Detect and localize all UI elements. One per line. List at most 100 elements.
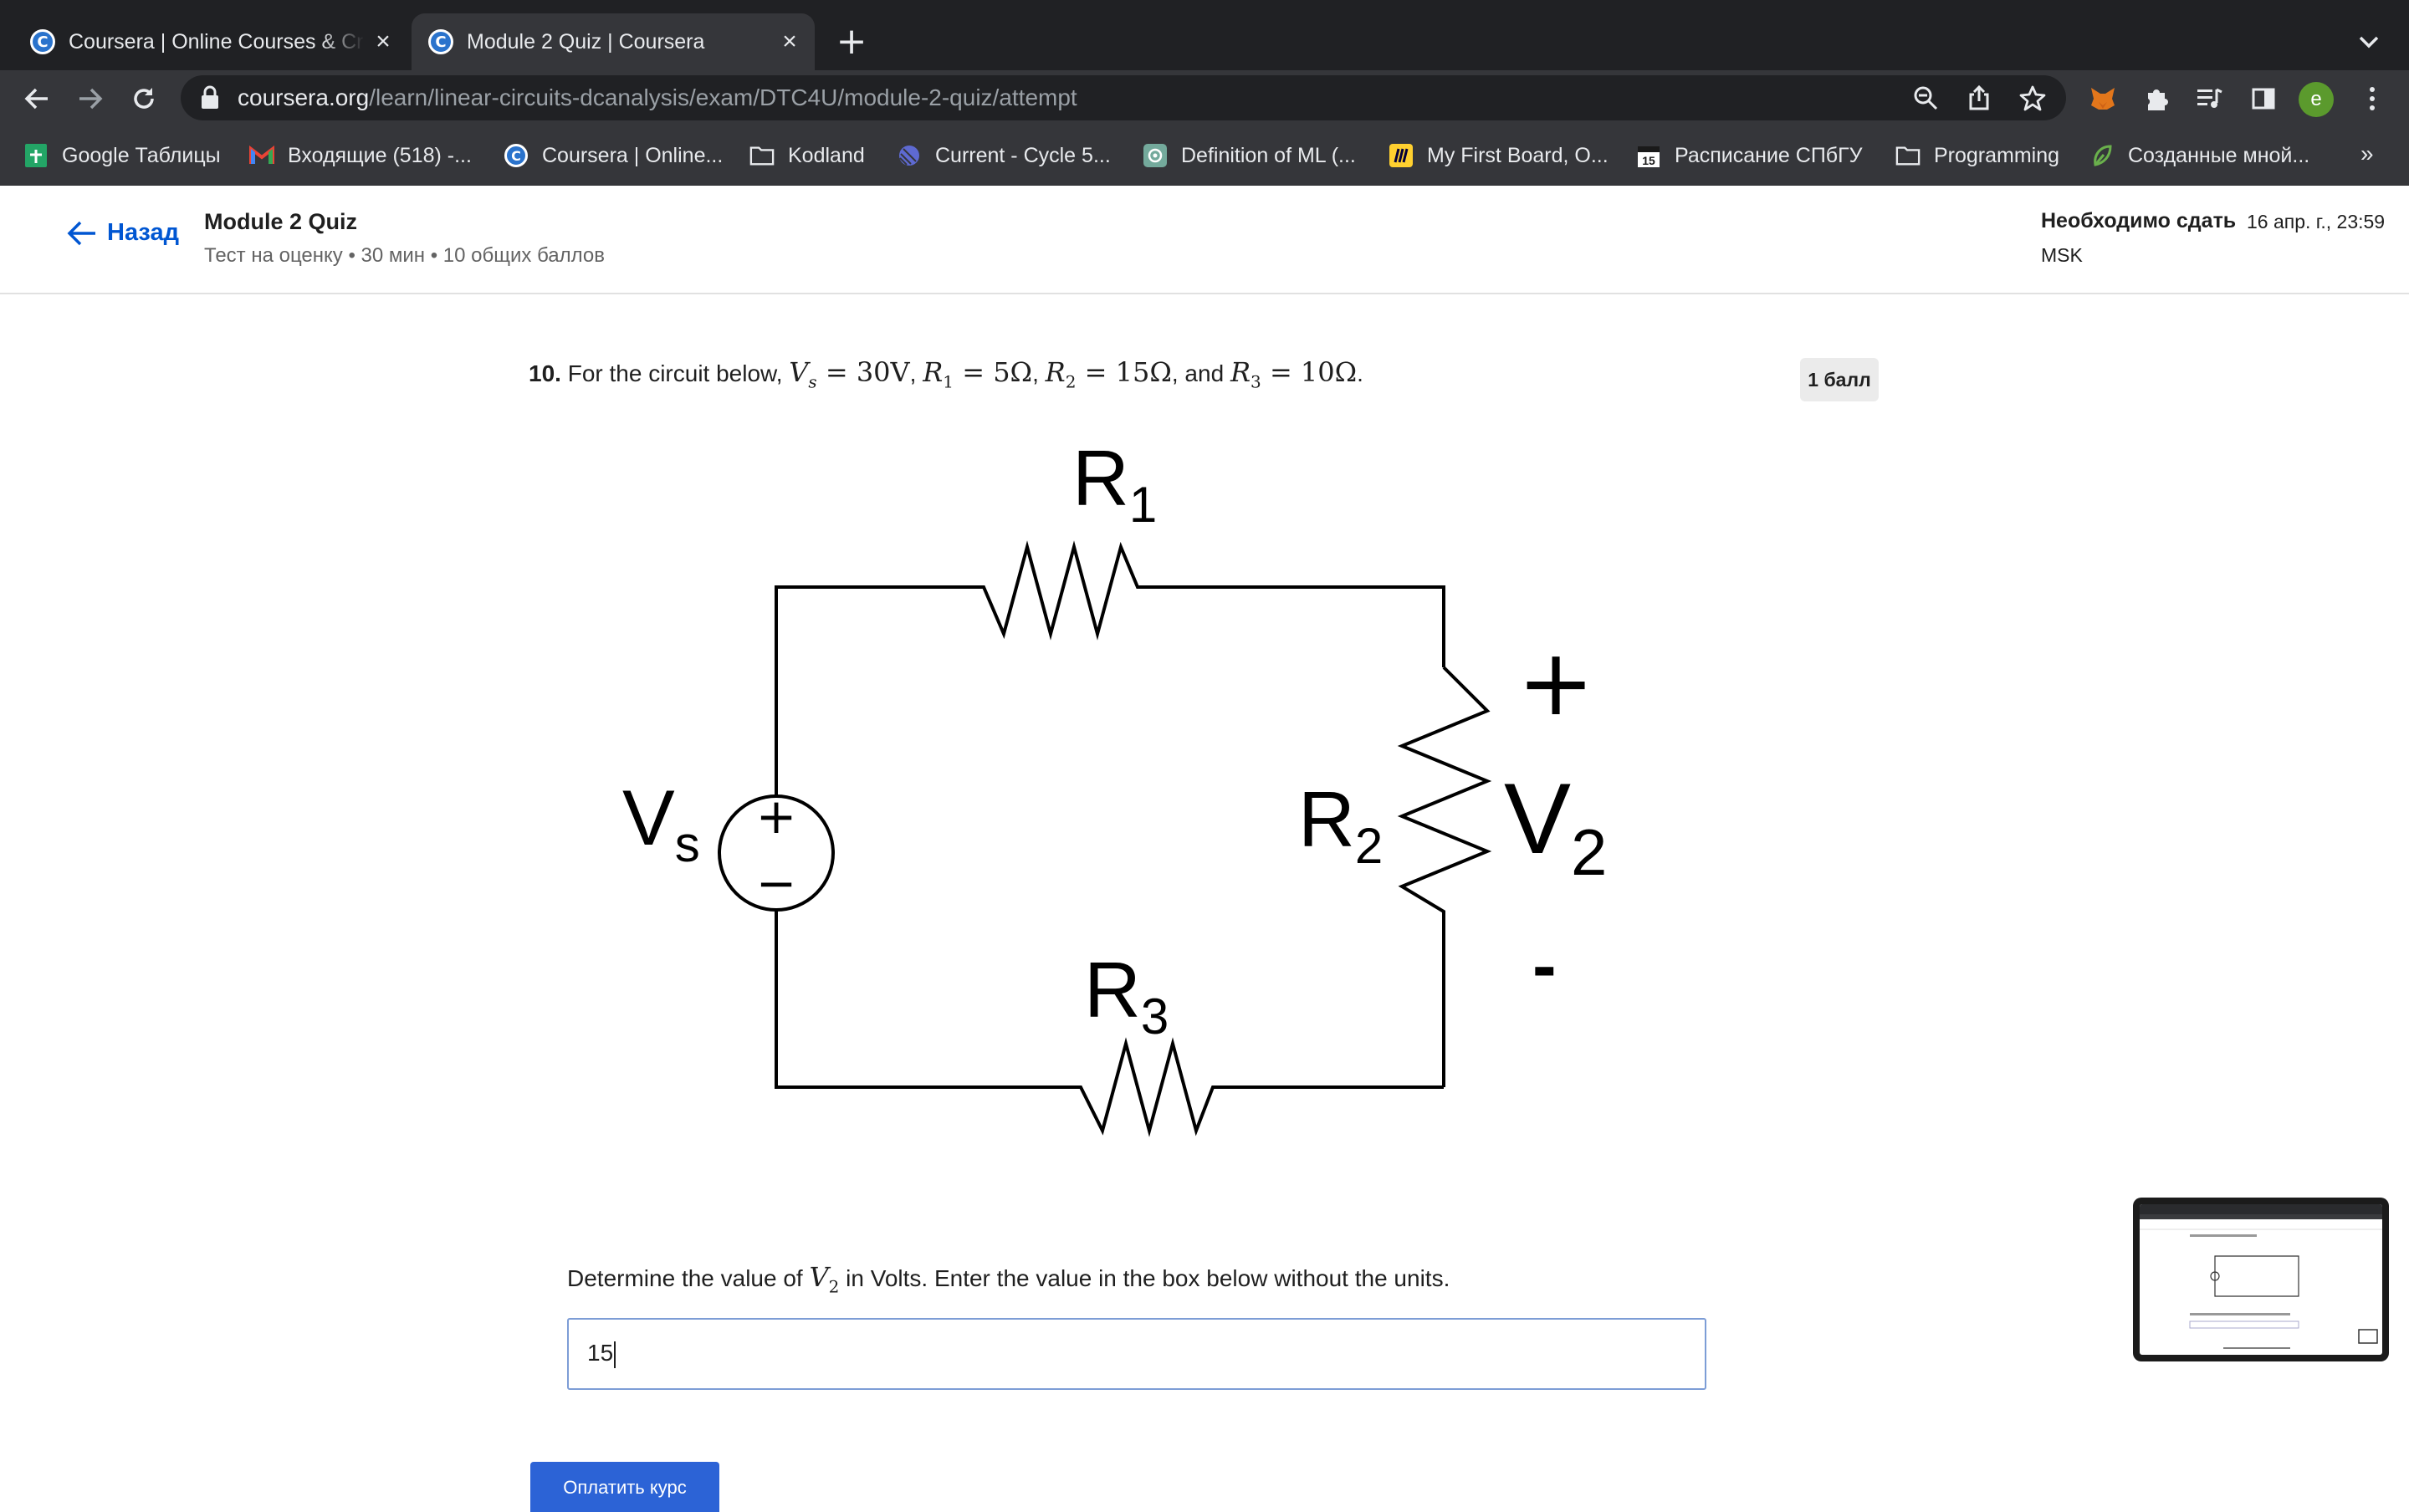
zoom-icon[interactable] — [1907, 81, 1944, 115]
label-r1: R1 — [1072, 435, 1157, 533]
folder-icon — [749, 143, 775, 168]
prompt-after: in Volts. Enter the value in the box bel… — [846, 1265, 1450, 1291]
bookmark-label: Входящие (518) -... — [288, 143, 472, 167]
bookmark-label: Coursera | Online... — [542, 143, 724, 167]
bookmark-miro[interactable]: My First Board, O... — [1389, 140, 1609, 171]
quiz-title: Module 2 Quiz — [204, 209, 358, 234]
screen-preview-thumbnail[interactable] — [2133, 1198, 2389, 1361]
back-label: Назад — [107, 219, 179, 246]
address-bar[interactable]: coursera.org/learn/linear-circuits-dcana… — [181, 75, 2066, 120]
linear-icon — [897, 143, 922, 168]
label-vs: Vs — [622, 774, 700, 872]
points-badge: 1 балл — [1800, 358, 1879, 401]
gmail-icon — [249, 143, 274, 168]
given-r3: R3 = 10Ω — [1230, 356, 1358, 392]
question-statement: 10. For the circuit below, Vs = 30V, R1 … — [529, 356, 1363, 392]
browser-toolbar: coursera.org/learn/linear-circuits-dcana… — [0, 70, 2409, 125]
bookmark-label: Google Таблицы — [62, 143, 221, 167]
url-host: coursera.org — [238, 84, 370, 110]
pay-course-button[interactable]: Оплатить курс — [530, 1462, 719, 1512]
question-prompt: Determine the value of V2 in Volts. Ente… — [567, 1261, 1450, 1296]
share-icon[interactable] — [1961, 81, 1997, 115]
label-r3: R3 — [1084, 946, 1169, 1045]
given-r2: R2 = 15Ω — [1045, 356, 1172, 392]
due-label: Необходимо сдать — [2041, 209, 2237, 232]
side-panel-icon[interactable] — [2243, 79, 2284, 119]
tab-title: Coursera | Online Courses & Cr — [69, 29, 364, 54]
miro-icon — [1389, 143, 1414, 168]
leaf-icon — [2089, 143, 2115, 168]
more-menu-icon[interactable] — [2352, 79, 2392, 119]
bookmarks-overflow-chevron-icon[interactable]: » — [2360, 140, 2374, 167]
openai-icon — [1143, 143, 1168, 168]
bookmark-google-sheets[interactable]: Google Таблицы — [23, 140, 221, 171]
folder-icon — [1895, 143, 1921, 168]
source-plus-sign: + — [756, 788, 797, 845]
bookmark-label: Расписание СПбГУ — [1675, 143, 1863, 167]
bookmark-gmail[interactable]: Входящие (518) -... — [249, 140, 472, 171]
bookmark-folder-kodland[interactable]: Kodland — [749, 140, 865, 171]
bookmark-openai[interactable]: Definition of ML (... — [1143, 140, 1356, 171]
circuit-diagram: R1 R2 R3 Vs V2 + - + − — [622, 435, 1607, 1137]
media-control-icon[interactable] — [2190, 79, 2230, 119]
label-r2: R2 — [1298, 775, 1383, 874]
given-vs: Vs = 30V — [789, 356, 910, 392]
bookmark-folder-programming[interactable]: Programming — [1895, 140, 2059, 171]
bookmark-created-by-me[interactable]: Созданные мной... — [2089, 140, 2309, 171]
arrow-left-icon — [67, 221, 95, 245]
bookmark-star-icon[interactable] — [2014, 81, 2051, 115]
bookmark-coursera[interactable]: C Coursera | Online... — [504, 140, 723, 171]
url-path: /learn/linear-circuits-dcanalysis/exam/D… — [369, 84, 1077, 110]
label-v2-minus: - — [1532, 926, 1557, 1006]
source-minus-sign: − — [756, 855, 797, 912]
question-intro: For the circuit below, — [567, 360, 783, 386]
bookmark-label: Созданные мной... — [2128, 143, 2310, 167]
preview-image — [2140, 1204, 2382, 1349]
close-tab-icon[interactable]: × — [771, 23, 808, 60]
bookmark-label: Kodland — [788, 143, 865, 167]
extensions-puzzle-icon[interactable] — [2136, 79, 2176, 119]
back-link[interactable]: Назад — [67, 219, 179, 247]
calendar-day-text: 15 — [1642, 154, 1655, 167]
due-date: 16 апр. г., 23:59 — [2247, 211, 2386, 232]
coursera-favicon-icon: C — [428, 29, 453, 54]
answer-input[interactable]: 15 — [567, 1318, 1706, 1390]
quiz-meta: Тест на оценку • 30 мин • 10 общих балло… — [204, 244, 605, 267]
browser-tab-strip: C Coursera | Online Courses & Cr × C Mod… — [0, 0, 2409, 70]
wire-top-r1 — [775, 540, 1445, 701]
bookmark-label: Definition of ML (... — [1181, 143, 1356, 167]
url-text: coursera.org/learn/linear-circuits-dcana… — [238, 84, 1077, 111]
reload-icon[interactable] — [124, 79, 164, 119]
bookmark-label: Current - Cycle 5... — [935, 143, 1111, 167]
close-tab-icon[interactable]: × — [365, 23, 402, 60]
quiz-header: Назад Module 2 Quiz Тест на оценку • 30 … — [0, 186, 2409, 294]
prompt-before: Determine the value of — [567, 1265, 803, 1291]
bookmark-calendar[interactable]: 15 Расписание СПбГУ — [1636, 140, 1863, 171]
browser-tab-quiz[interactable]: C Module 2 Quiz | Coursera × — [412, 13, 815, 70]
label-v2: V2 — [1504, 763, 1607, 889]
coursera-icon: C — [504, 143, 529, 168]
lock-icon — [202, 85, 218, 109]
label-v2-plus: + — [1517, 629, 1594, 736]
and-separator: , and — [1171, 360, 1225, 386]
back-arrow-icon[interactable] — [17, 79, 57, 119]
metamask-extension-icon[interactable] — [2083, 79, 2123, 119]
due-timezone: MSK — [2041, 244, 2083, 266]
bookmark-label: My First Board, O... — [1427, 143, 1609, 167]
statement-period: . — [1357, 360, 1363, 386]
resistor-r2 — [1397, 666, 1492, 1087]
profile-avatar[interactable]: e — [2299, 82, 2334, 117]
forward-arrow-icon[interactable] — [70, 79, 110, 119]
browser-tab-coursera[interactable]: C Coursera | Online Courses & Cr × — [13, 13, 408, 70]
bookmarks-bar: Google Таблицы Входящие (518) -... C Cou… — [0, 125, 2409, 186]
sheets-icon — [23, 143, 49, 168]
bookmark-linear[interactable]: Current - Cycle 5... — [897, 140, 1111, 171]
question-number: 10. — [529, 360, 561, 386]
coursera-favicon-icon: C — [30, 29, 55, 54]
chevron-down-icon[interactable] — [2352, 25, 2386, 59]
prompt-variable: V2 — [809, 1261, 840, 1297]
new-tab-icon[interactable]: + — [833, 23, 870, 60]
bookmark-label: Programming — [1934, 143, 2060, 167]
calendar-icon: 15 — [1636, 143, 1661, 168]
given-r1: R1 = 5Ω — [923, 356, 1033, 392]
